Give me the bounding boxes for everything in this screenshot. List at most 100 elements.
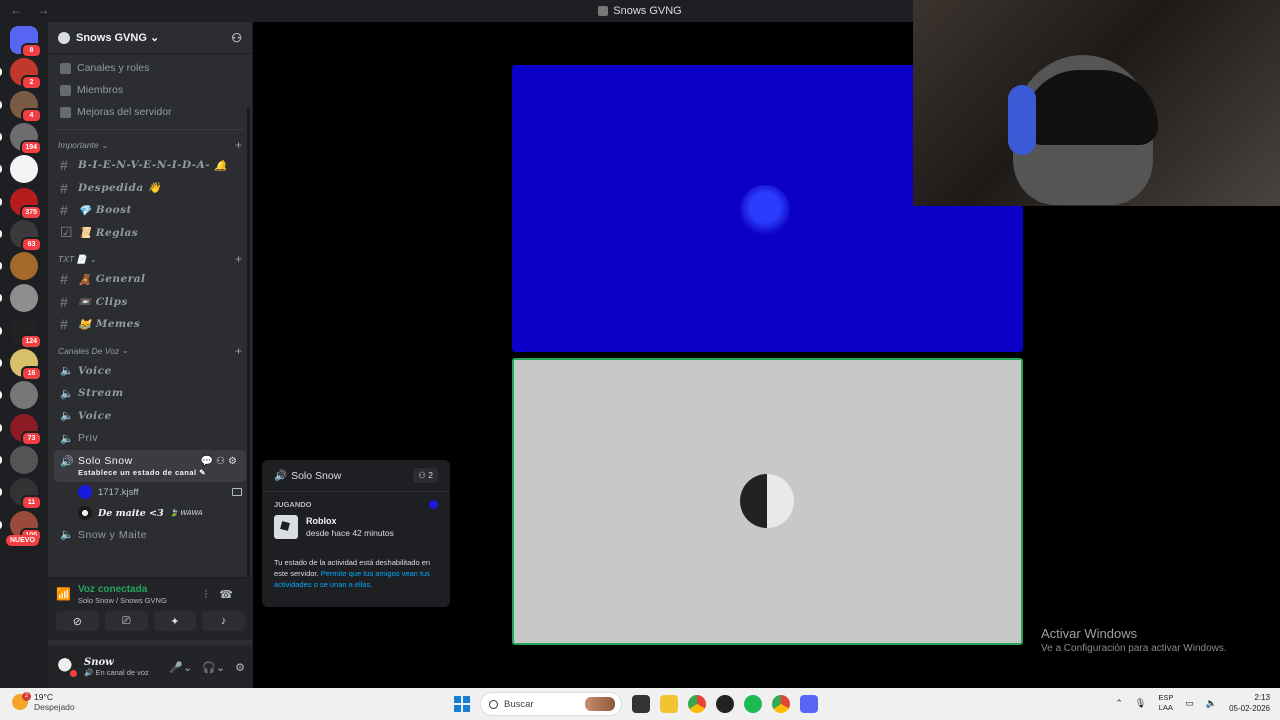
chevron-down-icon: ⌄ <box>146 32 160 44</box>
channel-clips[interactable]: # 📼 Clips <box>48 291 252 314</box>
hash-icon: # <box>60 179 69 196</box>
discord-home-icon[interactable]: 8 <box>10 26 42 58</box>
server-header[interactable]: Snows GVNG ⌄ ⚇ <box>48 22 252 54</box>
channel-label: Reglas <box>95 226 139 239</box>
voice-channel-solo-snow[interactable]: 🔊 Solo Snow 💬⚇⚙ Establece un estado de c… <box>54 449 246 482</box>
system-tray: ⌃ 🎙 ESP LAA ▭ 🔈 2:13 05-02-2026 <box>1115 692 1270 714</box>
search-box[interactable]: Buscar <box>480 692 622 716</box>
channel-general[interactable]: # 🧸 General <box>48 268 252 291</box>
server-icon[interactable]: 2 <box>0 58 42 91</box>
signal-icon[interactable]: 📶 <box>56 587 72 603</box>
server-icon <box>598 6 609 16</box>
voice-channel-stream[interactable]: 🔈 Stream <box>48 382 252 405</box>
voice-user[interactable]: 1717.kjsff <box>48 482 252 503</box>
channel-label: Voice <box>78 409 112 422</box>
share-screen-button[interactable]: ⎚ <box>104 611 148 631</box>
activities-button[interactable]: ✦ <box>153 611 197 631</box>
video-tile-bottom[interactable] <box>512 358 1023 645</box>
server-icon[interactable] <box>0 155 38 184</box>
task-view-icon[interactable] <box>632 695 650 713</box>
hash-icon: # <box>60 271 69 288</box>
headphones-icon[interactable]: 🎧⌄ <box>202 661 225 674</box>
camera-button[interactable]: ⊘ <box>56 611 99 631</box>
channel-reglas[interactable]: ☑ 📜 Reglas <box>48 222 252 245</box>
server-icon[interactable]: 11 <box>0 478 42 511</box>
new-badge[interactable]: NUEVO <box>6 535 39 546</box>
add-channel-icon[interactable]: + <box>235 138 242 152</box>
window-title: Snows GVNG <box>598 5 682 17</box>
add-channel-icon[interactable]: + <box>235 344 242 358</box>
taskbar: 19°C Despejado 2 Buscar ⌃ 🎙 ESP LAA ▭ 🔈 2… <box>0 688 1280 720</box>
channel-bienvenida[interactable]: # B-I-E-N-V-E-N-I-D-A- 🔔 <box>48 154 252 177</box>
nav-members[interactable]: Miembros <box>48 79 252 101</box>
speaker-icon: 🔈 <box>60 387 75 400</box>
chrome-profile-icon[interactable] <box>772 695 790 713</box>
nav-channels-roles[interactable]: Canales y roles <box>48 57 252 79</box>
language-indicator[interactable]: ESP LAA <box>1158 693 1173 713</box>
server-icon[interactable] <box>0 284 38 313</box>
voice-channel-voice-2[interactable]: 🔈 Voice <box>48 405 252 428</box>
file-explorer-icon[interactable] <box>660 695 678 713</box>
mic-tray-icon[interactable]: 🎙 <box>1135 698 1146 709</box>
category-voz[interactable]: Canales De Voz ⌄ + <box>48 342 252 360</box>
discord-icon[interactable] <box>800 695 818 713</box>
voice-channel-priv[interactable]: 🔈 Priv <box>48 427 252 450</box>
start-icon[interactable] <box>454 696 470 712</box>
server-icon[interactable] <box>0 252 38 281</box>
voice-status-sub[interactable]: Solo Snow / Snows GVNG <box>78 596 167 605</box>
webcam-overlay <box>913 0 1280 206</box>
unread-pip <box>0 326 2 335</box>
chrome-icon[interactable] <box>688 695 706 713</box>
server-icon[interactable] <box>0 381 38 410</box>
channel-actions[interactable]: 💬⚇⚙ <box>201 456 240 467</box>
spotify-icon[interactable] <box>744 695 762 713</box>
category-txt[interactable]: TXT 📄 ⌄ + <box>48 250 252 268</box>
list-icon <box>60 62 71 74</box>
category-importante[interactable]: Importante ⌄ + <box>48 136 252 154</box>
channel-boost[interactable]: # 💎 Boost <box>48 199 252 222</box>
server-icon[interactable]: 124 <box>0 316 42 349</box>
avatar[interactable] <box>56 656 79 679</box>
voice-status-title[interactable]: Voz conectada <box>78 584 167 595</box>
window-title-text: Snows GVNG <box>613 5 682 17</box>
mic-icon[interactable]: 🎤⌄ <box>169 661 192 674</box>
network-icon[interactable]: ▭ <box>1185 698 1194 709</box>
nav-arrows[interactable]: ← → <box>10 3 55 17</box>
volume-icon[interactable]: 🔈 <box>1206 698 1217 709</box>
nav-boosts[interactable]: Mejoras del servidor <box>48 101 252 123</box>
clock[interactable]: 2:13 05-02-2026 <box>1229 692 1270 714</box>
add-channel-icon[interactable]: + <box>235 252 242 266</box>
voice-channel-voice[interactable]: 🔈 Voice <box>48 360 252 383</box>
server-gear-icon <box>58 31 70 44</box>
server-icon[interactable]: 63 <box>0 219 42 252</box>
clock-time: 2:13 <box>1254 693 1270 702</box>
soundboard-button[interactable]: ♪ <box>202 611 245 631</box>
chevron-up-icon[interactable]: ⌃ <box>1115 698 1123 709</box>
nav-label: Mejoras del servidor <box>77 106 172 118</box>
server-icon[interactable]: 16 <box>0 349 42 381</box>
server-icon[interactable]: 194 <box>0 122 42 155</box>
voice-panel-icons[interactable]: ⫶☎ <box>205 588 245 602</box>
hash-icon: # <box>60 202 69 219</box>
scrollbar[interactable] <box>247 107 250 577</box>
server-icon[interactable]: 73 <box>0 413 42 446</box>
user-name[interactable]: Snow <box>84 657 149 668</box>
server-icon[interactable]: 4 <box>0 90 42 123</box>
unread-pip <box>0 68 2 77</box>
channel-memes[interactable]: # 😹 Memes <box>48 313 252 336</box>
invite-icon[interactable]: ⚇ <box>231 31 242 45</box>
channel-label: B-I-E-N-V-E-N-I-D-A- <box>78 159 211 172</box>
unread-badge: 63 <box>21 236 42 252</box>
activate-windows: Activar Windows Ve a Configuración para … <box>1041 626 1227 654</box>
voice-channel-snow-maite[interactable]: 🔈 Snow y Maite <box>48 524 252 547</box>
server-icon[interactable] <box>0 445 38 474</box>
unread-badge: 8 <box>21 43 42 58</box>
app-icon[interactable] <box>716 695 734 713</box>
unread-pip <box>0 229 2 238</box>
settings-gear-icon[interactable]: ⚙ <box>235 661 245 674</box>
voice-user[interactable]: De maite <3 🍃 WAWA <box>48 503 252 524</box>
server-icon[interactable]: 375 <box>0 187 42 220</box>
unread-badge: 375 <box>20 204 42 220</box>
channel-status[interactable]: Establece un estado de canal <box>78 468 197 477</box>
channel-despedida[interactable]: # Despedida 👋 <box>48 177 252 200</box>
